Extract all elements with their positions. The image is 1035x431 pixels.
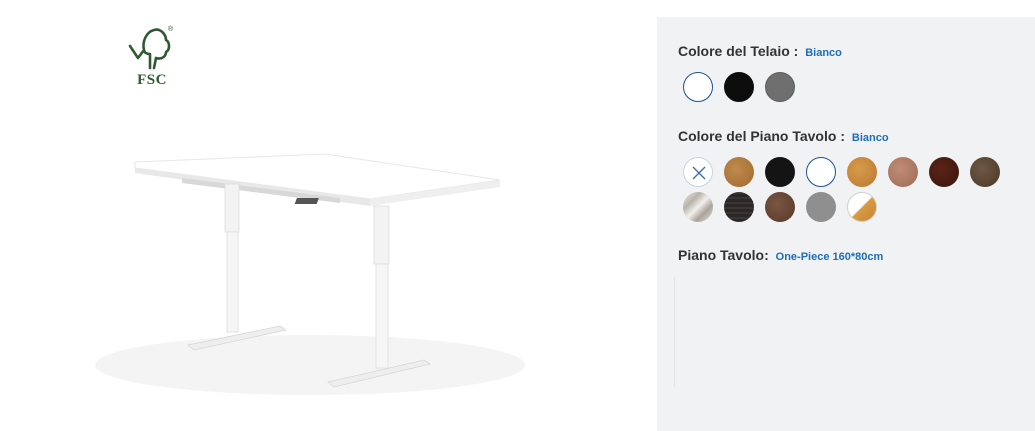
panel-top-gap — [657, 0, 1035, 17]
frame-swatch-grigio[interactable] — [765, 72, 795, 102]
top-swatch-bianco-faggio[interactable] — [847, 192, 877, 222]
top-size-value: One-Piece 160*80cm — [775, 251, 884, 263]
fsc-logo: ® FSC — [124, 24, 180, 90]
top-swatch-none[interactable] — [683, 157, 713, 187]
top-swatch-grigio[interactable] — [806, 192, 836, 222]
top-swatch-noce-scuro[interactable] — [970, 157, 1000, 187]
top-swatch-ciliegio[interactable] — [888, 157, 918, 187]
configurator-panel: Colore del Telaio : Bianco Colore del Pi… — [657, 17, 1035, 431]
tree-checkmark-icon — [128, 28, 171, 70]
product-image-area: ® FSC — [0, 0, 655, 431]
size-preview-divider — [674, 277, 675, 387]
fsc-registered-mark: ® — [168, 26, 174, 33]
frame-swatch-nero[interactable] — [724, 72, 754, 102]
top-color-label: Colore del Piano Tavolo : Bianco — [678, 128, 889, 144]
top-swatch-marmo[interactable] — [683, 192, 713, 222]
frame-color-label: Colore del Telaio : Bianco — [678, 43, 842, 59]
fsc-logo-text: FSC — [137, 72, 167, 88]
top-swatch-mogano[interactable] — [929, 157, 959, 187]
frame-swatch-bianco[interactable] — [683, 72, 713, 102]
top-color-label-text: Colore del Piano Tavolo : — [678, 128, 845, 144]
top-swatch-faggio[interactable] — [847, 157, 877, 187]
top-color-value: Bianco — [851, 132, 889, 144]
top-size-label-text: Piano Tavolo: — [678, 247, 769, 263]
top-swatch-bianco[interactable] — [806, 157, 836, 187]
frame-color-value: Bianco — [805, 47, 842, 59]
product-image — [95, 153, 525, 395]
x-icon — [692, 166, 706, 180]
top-size-label: Piano Tavolo: One-Piece 160*80cm — [678, 247, 883, 263]
top-swatch-rovere[interactable] — [724, 157, 754, 187]
top-swatch-noce[interactable] — [765, 192, 795, 222]
top-swatch-nero-legno[interactable] — [724, 192, 754, 222]
frame-color-label-text: Colore del Telaio : — [678, 43, 799, 59]
top-swatch-nero[interactable] — [765, 157, 795, 187]
